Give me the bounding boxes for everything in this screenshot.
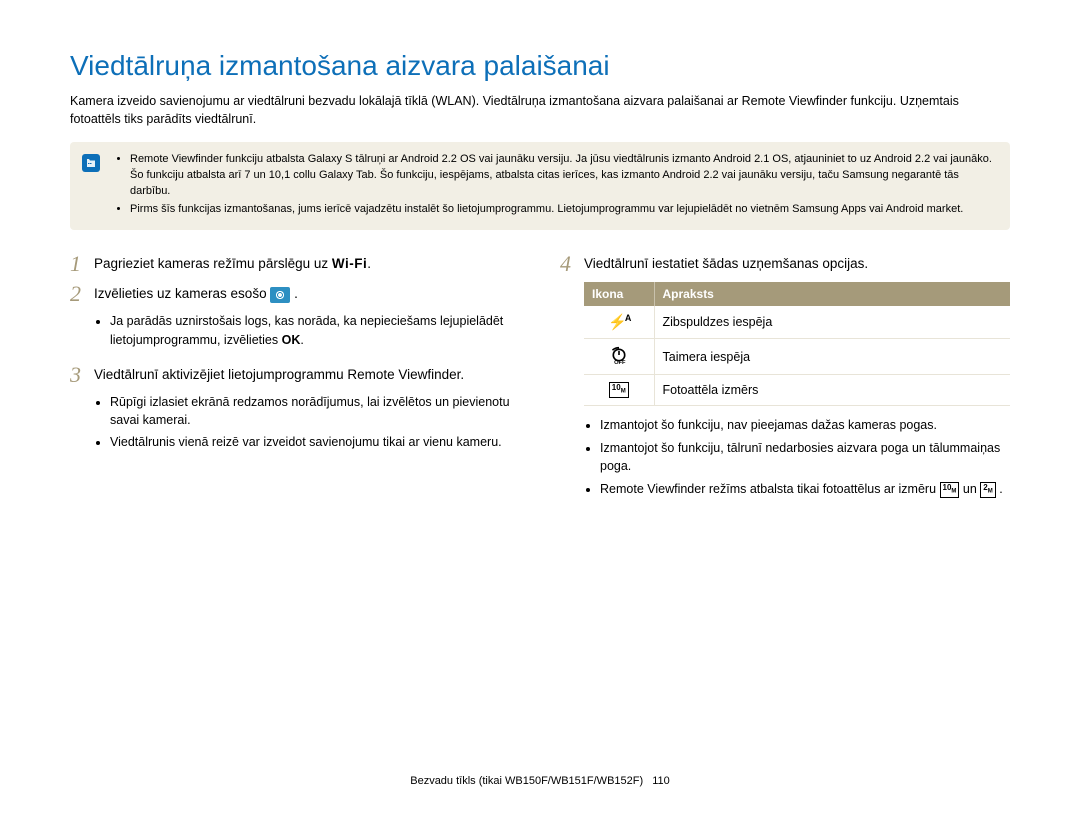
step-2-end: . bbox=[294, 286, 298, 301]
step-2-sub-1: Ja parādās uznirstošais logs, kas norāda… bbox=[110, 312, 520, 348]
size-10m-icon: 10M bbox=[940, 482, 960, 498]
right-bullet-3b: un bbox=[963, 482, 980, 496]
info-icon bbox=[82, 154, 100, 172]
step-1-text: Pagrieziet kameras režīmu pārslēgu uz bbox=[94, 256, 332, 271]
footer-text: Bezvadu tīkls (tikai WB150F/WB151F/WB152… bbox=[410, 775, 643, 787]
wifi-label: Wi-Fi bbox=[332, 256, 367, 271]
page-footer: Bezvadu tīkls (tikai WB150F/WB151F/WB152… bbox=[0, 775, 1080, 787]
step-number-2: 2 bbox=[70, 282, 94, 306]
size-icon: 10M bbox=[584, 375, 654, 406]
th-icon: Ikona bbox=[584, 282, 654, 306]
right-bullet-3: Remote Viewfinder režīms atbalsta tikai … bbox=[600, 480, 1010, 499]
size-2m-icon: 2M bbox=[980, 482, 995, 498]
th-desc: Apraksts bbox=[654, 282, 1010, 306]
step-3-sub-2: Viedtālrunis vienā reizē var izveidot sa… bbox=[110, 433, 520, 451]
remote-viewfinder-icon bbox=[270, 287, 290, 303]
step-1-end: . bbox=[367, 256, 371, 271]
step-3-text: Viedtālrunī aktivizējiet lietojumprogram… bbox=[94, 363, 464, 385]
step-number-4: 4 bbox=[560, 252, 584, 276]
ok-label: OK bbox=[282, 333, 301, 347]
note-bullet-1: Remote Viewfinder funkciju atbalsta Gala… bbox=[130, 152, 998, 200]
step-3: 3 Viedtālrunī aktivizējiet lietojumprogr… bbox=[70, 363, 520, 387]
timer-icon: OFF bbox=[584, 339, 654, 375]
row-flash-desc: Zibspuldzes iespēja bbox=[654, 306, 1010, 339]
step-4-text: Viedtālrunī iestatiet šādas uzņemšanas o… bbox=[584, 252, 868, 274]
right-bullet-3a: Remote Viewfinder režīms atbalsta tikai … bbox=[600, 482, 940, 496]
step-3-sub-1: Rūpīgi izlasiet ekrānā redzamos norādīju… bbox=[110, 393, 520, 429]
intro-text: Kamera izveido savienojumu ar viedtālrun… bbox=[70, 92, 1010, 128]
row-timer-desc: Taimera iespēja bbox=[654, 339, 1010, 375]
step-2-text: Izvēlieties uz kameras esošo bbox=[94, 286, 270, 301]
step-number-1: 1 bbox=[70, 252, 94, 276]
page-number: 110 bbox=[652, 775, 670, 787]
step-2: 2 Izvēlieties uz kameras esošo . bbox=[70, 282, 520, 306]
step-4: 4 Viedtālrunī iestatiet šādas uzņemšanas… bbox=[560, 252, 1010, 276]
svg-text:OFF: OFF bbox=[614, 360, 626, 364]
right-column: 4 Viedtālrunī iestatiet šādas uzņemšanas… bbox=[560, 252, 1010, 503]
step-2-sub-1a: Ja parādās uznirstošais logs, kas norāda… bbox=[110, 314, 503, 346]
flash-icon: ⚡A bbox=[584, 306, 654, 339]
right-bullet-3c: . bbox=[999, 482, 1002, 496]
left-column: 1 Pagrieziet kameras režīmu pārslēgu uz … bbox=[70, 252, 520, 503]
note-box: Remote Viewfinder funkciju atbalsta Gala… bbox=[70, 142, 1010, 230]
note-bullet-2: Pirms šīs funkcijas izmantošanas, jums i… bbox=[130, 202, 998, 218]
step-2-sub-1b: . bbox=[300, 333, 303, 347]
step-number-3: 3 bbox=[70, 363, 94, 387]
row-size-desc: Fotoattēla izmērs bbox=[654, 375, 1010, 406]
step-1: 1 Pagrieziet kameras režīmu pārslēgu uz … bbox=[70, 252, 520, 276]
page-title: Viedtālruņa izmantošana aizvara palaišan… bbox=[70, 50, 1010, 82]
options-table: Ikona Apraksts ⚡A Zibspuldzes iespēja OF… bbox=[584, 282, 1010, 406]
right-bullet-2: Izmantojot šo funkciju, tālrunī nedarbos… bbox=[600, 439, 1010, 477]
right-bullet-1: Izmantojot šo funkciju, nav pieejamas da… bbox=[600, 416, 1010, 435]
